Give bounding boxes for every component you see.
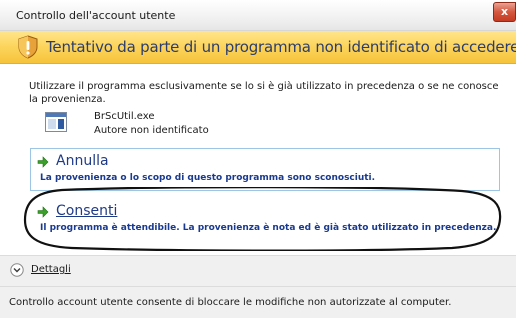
footer-text: Controllo account utente consente di blo… (9, 297, 452, 308)
uac-dialog: Controllo dell'account utente x Tentativ… (0, 0, 516, 318)
cancel-option-subtitle: La provenienza o lo scopo di questo prog… (40, 173, 376, 183)
details-toggle[interactable]: Dettagli (31, 264, 71, 275)
footer: Controllo account utente consente di blo… (0, 287, 516, 318)
green-arrow-icon (37, 156, 49, 168)
description-text: Utilizzare il programma esclusivamente s… (29, 81, 499, 105)
annotation-ellipse (23, 187, 502, 251)
title-bar: Controllo dell'account utente x (0, 0, 516, 31)
uac-shield-icon (18, 35, 38, 59)
banner-text: Tentativo da parte di un programma non i… (46, 38, 516, 56)
cancel-option-button[interactable]: Annulla La provenienza o lo scopo di que… (30, 148, 500, 191)
chevron-down-icon[interactable] (10, 263, 24, 277)
close-button[interactable]: x (493, 2, 516, 22)
program-window-icon (45, 112, 67, 132)
warning-banner: Tentativo da parte di un programma non i… (0, 31, 516, 64)
program-publisher: Autore non identificato (94, 125, 209, 136)
program-name: BrScUtil.exe (94, 111, 155, 122)
window-title: Controllo dell'account utente (16, 9, 176, 22)
details-row: Dettagli (0, 256, 516, 286)
cancel-option-title: Annulla (56, 153, 109, 169)
